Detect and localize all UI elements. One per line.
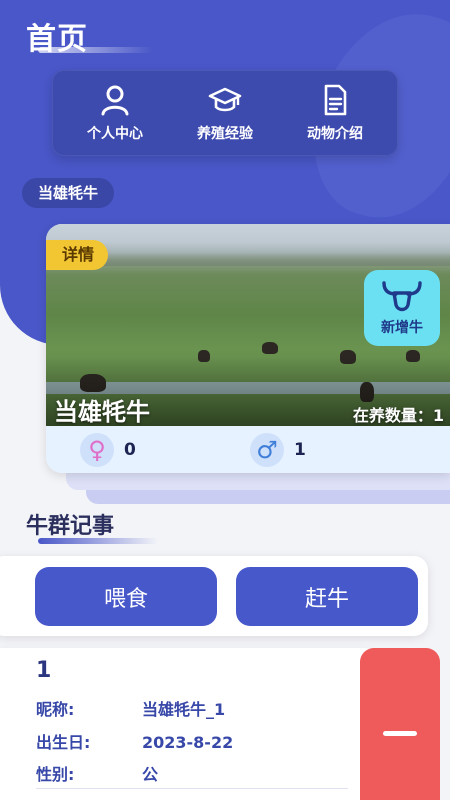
document-icon <box>324 84 347 116</box>
quick-item-experience[interactable]: 养殖经验 <box>175 83 275 143</box>
photo-yak <box>262 342 278 354</box>
graduation-cap-icon <box>208 87 242 112</box>
detail-tag[interactable]: 详情 <box>46 240 109 270</box>
record-row-birthday: 出生日: 2023-8-22 <box>36 729 233 753</box>
record-row-nickname: 昵称: 当雄牦牛_1 <box>36 696 225 720</box>
person-icon <box>101 85 129 116</box>
herd-button[interactable]: 赶牛 <box>236 567 418 626</box>
birthday-label: 出生日: <box>36 733 91 752</box>
nickname-value: 当雄牦牛_1 <box>142 700 226 719</box>
gender-value: 公 <box>142 765 159 784</box>
quick-menu-panel: 个人中心 养殖经验 动物介绍 <box>52 70 398 156</box>
quick-item-profile[interactable]: 个人中心 <box>65 83 165 143</box>
gender-summary: ♀ 0 ♂ 1 <box>46 426 450 473</box>
delete-record-button[interactable] <box>360 648 440 800</box>
action-panel: 喂食 赶牛 <box>0 556 428 636</box>
female-count: 0 <box>124 439 136 460</box>
breed-chip[interactable]: 当雄牦牛 <box>22 178 115 208</box>
gender-label: 性别: <box>36 765 75 784</box>
birthday-value: 2023-8-22 <box>142 733 234 752</box>
male-count-item: ♂ 1 <box>250 432 306 467</box>
breed-name: 当雄牦牛 <box>54 398 150 426</box>
add-cattle-button[interactable]: 新增牛 <box>364 270 440 346</box>
record-id: 1 <box>36 658 52 683</box>
record-card[interactable]: 1 昵称: 当雄牦牛_1 出生日: 2023-8-22 性别: 公 <box>0 648 378 800</box>
nickname-label: 昵称: <box>36 700 75 719</box>
feed-button[interactable]: 喂食 <box>35 567 217 626</box>
male-icon: ♂ <box>250 432 284 467</box>
breed-card[interactable]: 详情 新增牛 当雄牦牛 在养数量：1 ♀ 0 ♂ 1 <box>46 224 450 473</box>
record-row-gender: 性别: 公 <box>36 761 158 785</box>
quick-item-animals[interactable]: 动物介绍 <box>285 83 385 143</box>
record-divider <box>36 788 348 789</box>
quick-label-experience: 养殖经验 <box>197 126 253 142</box>
herd-count: 在养数量：1 <box>352 406 444 425</box>
quick-label-animals: 动物介绍 <box>307 126 363 142</box>
title-underline <box>38 47 153 53</box>
quick-label-profile: 个人中心 <box>87 126 143 142</box>
bull-head-icon <box>382 281 422 312</box>
minus-icon <box>383 730 417 736</box>
section-title: 牛群记事 <box>26 514 115 539</box>
male-count: 1 <box>294 439 306 460</box>
female-count-item: ♀ 0 <box>80 432 136 467</box>
add-cattle-label: 新增牛 <box>381 320 423 336</box>
section-underline <box>38 538 158 544</box>
female-icon: ♀ <box>80 432 114 467</box>
